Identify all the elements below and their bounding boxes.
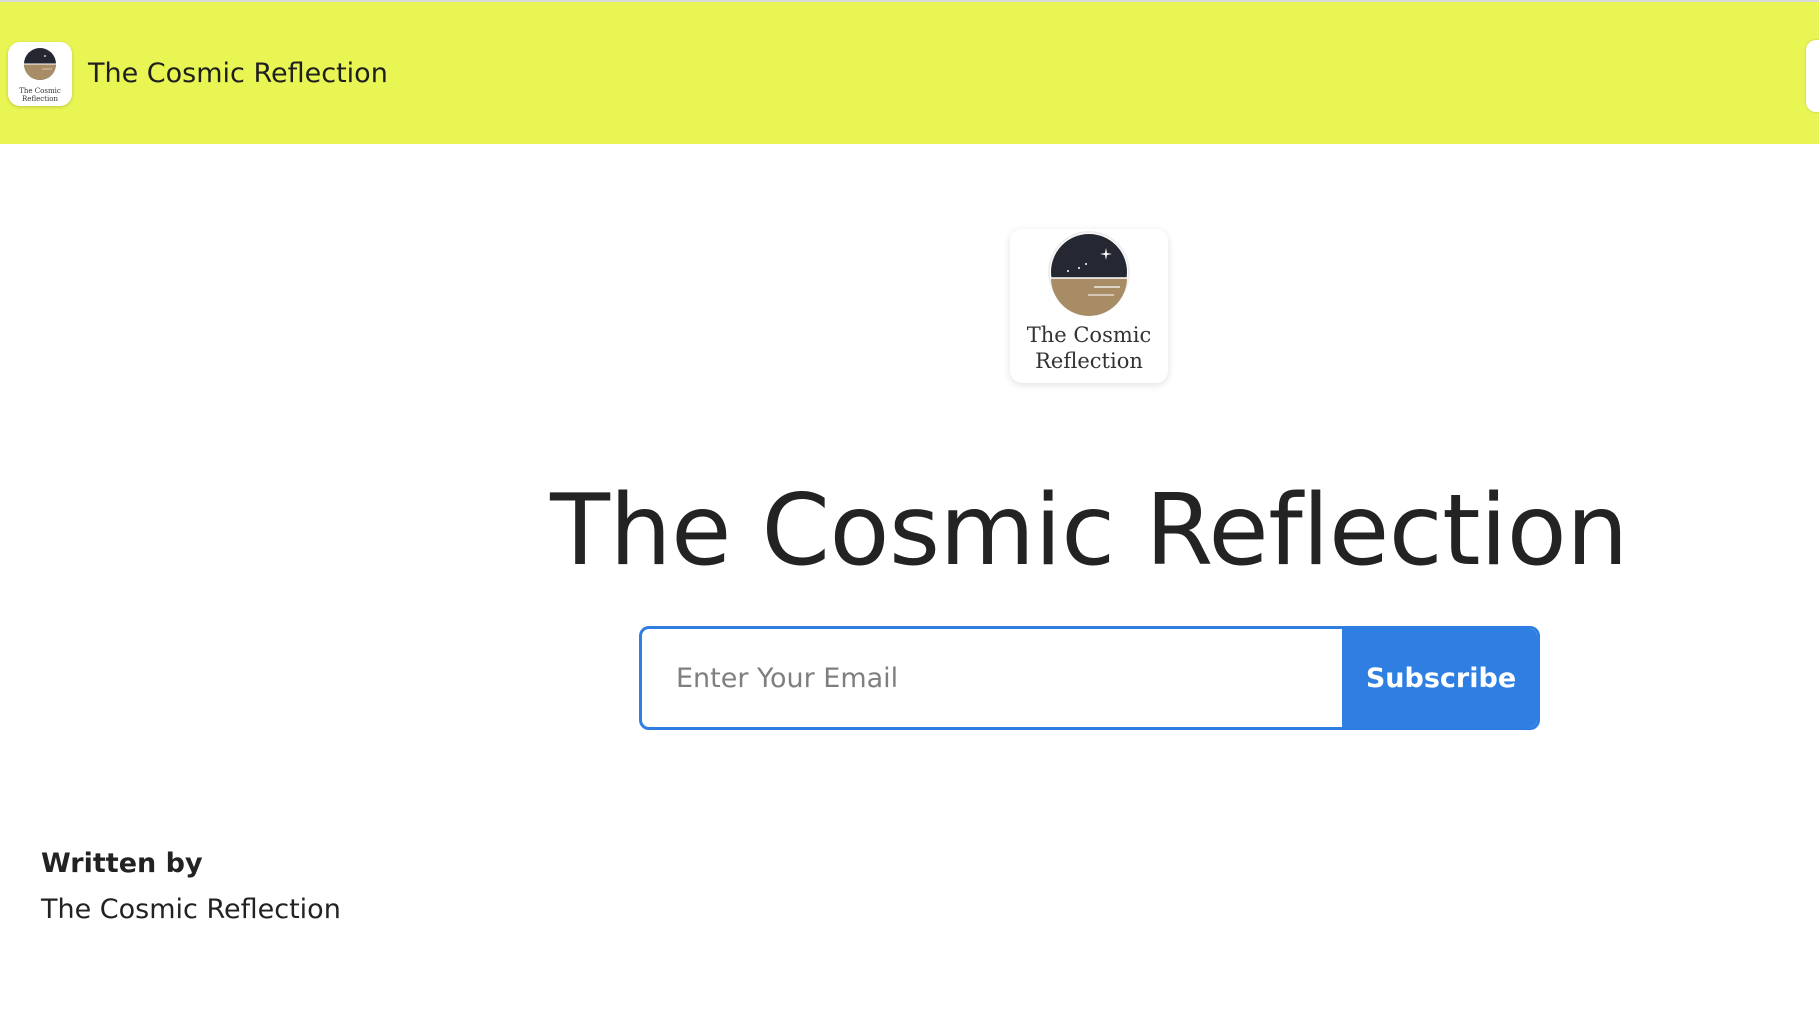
header-logo-text-line-1: The Cosmic xyxy=(19,87,61,95)
night-sky-horizon-icon: The Cosmic Reflection xyxy=(1027,231,1152,373)
page: The Cosmic Reflection The Cosmic Reflect… xyxy=(0,0,1819,1011)
email-input[interactable] xyxy=(642,629,1342,727)
written-by-label: Written by xyxy=(41,848,203,879)
hero-logo-text-line-2: Reflection xyxy=(1035,349,1143,373)
hero-logo: The Cosmic Reflection xyxy=(1010,229,1168,383)
subscribe-form: Subscribe xyxy=(639,626,1540,730)
hero-logo-text-line-1: The Cosmic xyxy=(1027,323,1152,347)
author-name[interactable]: The Cosmic Reflection xyxy=(41,893,341,927)
hero-title: The Cosmic Reflection xyxy=(550,473,1628,588)
night-sky-horizon-icon: The Cosmic Reflection xyxy=(19,48,61,103)
site-header: The Cosmic Reflection The Cosmic Reflect… xyxy=(0,2,1819,144)
subscribe-button[interactable]: Subscribe xyxy=(1342,629,1537,727)
header-action-button[interactable] xyxy=(1806,40,1819,112)
header-title[interactable]: The Cosmic Reflection xyxy=(88,56,388,92)
header-logo[interactable]: The Cosmic Reflection xyxy=(8,42,72,106)
header-logo-text-line-2: Reflection xyxy=(22,95,58,103)
